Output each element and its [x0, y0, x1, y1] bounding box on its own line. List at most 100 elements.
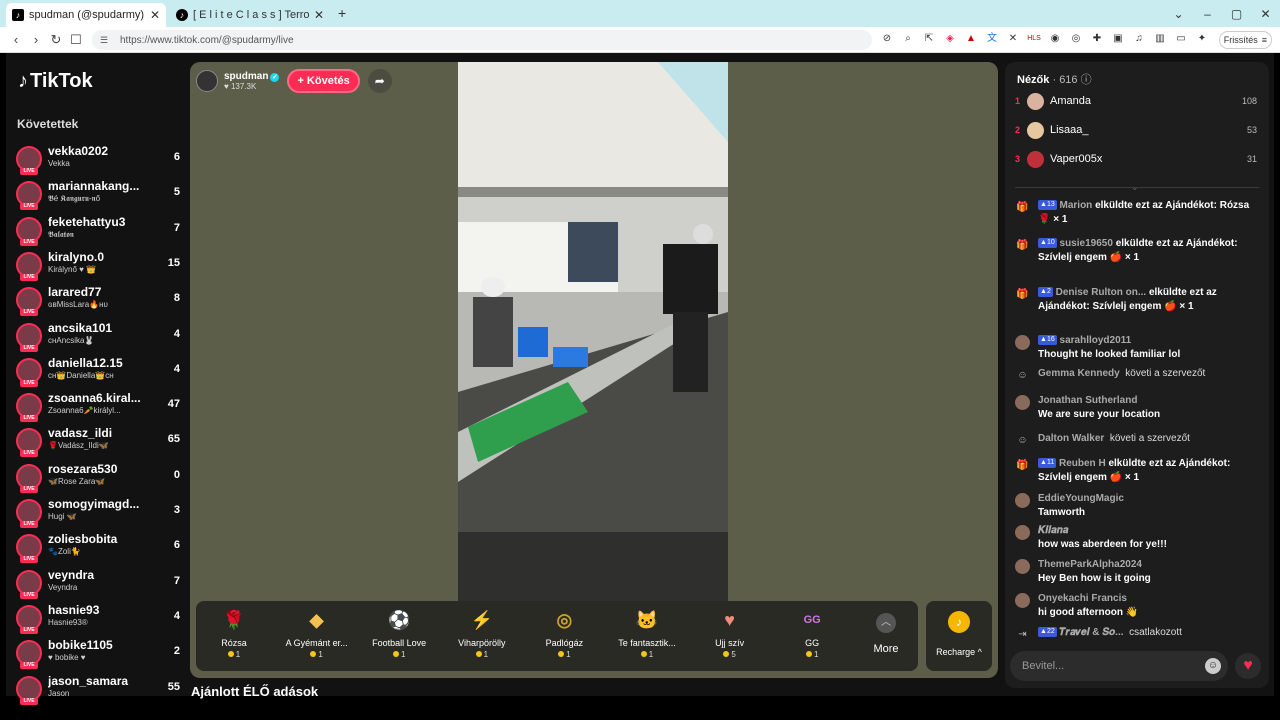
followed-account[interactable]: LIVE larared77 ɢʙMissLara🔥ʜᴜ 8	[16, 285, 184, 319]
gift-item[interactable]: ⚡ Viharpörölly 1	[441, 607, 523, 659]
chat-username[interactable]: EddieYoungMagic	[1038, 493, 1124, 504]
viewer-count: 6	[173, 151, 180, 163]
hls-icon[interactable]: HLS	[1027, 31, 1041, 47]
update-button[interactable]: Frissítés ≡	[1218, 31, 1272, 49]
close-window-button[interactable]: ✕	[1251, 7, 1280, 21]
followed-account[interactable]: LIVE ancsika101 ᴄʜAncsika🐰 4	[16, 321, 184, 355]
chat-username[interactable]: Marion	[1060, 200, 1093, 211]
new-tab-button[interactable]: +	[338, 5, 346, 21]
live-video[interactable]	[458, 62, 728, 602]
info-icon[interactable]: ⓘ	[1081, 74, 1092, 86]
bookmark-icon[interactable]: ☐	[66, 32, 86, 48]
top-viewer[interactable]: 1 Amanda 108	[1015, 92, 1261, 112]
gift-item[interactable]: ◆ A Gyémánt er... 1	[276, 607, 358, 659]
host-name[interactable]: spudman	[224, 71, 268, 82]
extension-icon[interactable]: ▣	[1111, 31, 1125, 47]
tabs-icon[interactable]: ▭	[1174, 31, 1188, 47]
chat-username[interactable]: Gemma Kennedy	[1038, 368, 1120, 379]
chat-username[interactable]: 𝑻𝒓𝒂𝒗𝒆𝒍 & 𝑺𝒐...	[1060, 627, 1124, 638]
gift-item[interactable]: ◎ Padlógáz 1	[523, 607, 605, 659]
chat-username[interactable]: ThemeParkAlpha2024	[1038, 559, 1142, 570]
tab-tiktok-live[interactable]: ♪ spudman (@spudarmy) ÉLŐ a ✕	[6, 3, 166, 27]
gift-item[interactable]: ⚽ Football Love 1	[358, 607, 440, 659]
top-viewer[interactable]: 3 Vaper005x 31	[1015, 150, 1261, 170]
chat-username[interactable]: Denise Rulton on...	[1056, 287, 1147, 298]
more-gifts-button[interactable]: ︿ More	[862, 613, 910, 655]
followed-account[interactable]: LIVE daniella12.15 ᴄʜ👑Daniella👑ᴄʜ 4	[16, 356, 184, 390]
music-icon[interactable]: ♫	[1132, 31, 1146, 47]
close-tab-icon[interactable]: ✕	[314, 8, 324, 22]
gift-item[interactable]: 🐱 Te fantasztik... 1	[606, 607, 688, 659]
live-badge: LIVE	[20, 662, 38, 670]
comment-input[interactable]: Bevitel...	[1010, 651, 1228, 681]
minimize-button[interactable]: –	[1193, 7, 1222, 21]
host-avatar[interactable]	[196, 70, 218, 92]
tiktok-icon: ♪	[18, 70, 28, 92]
share-icon[interactable]: ⇱	[922, 31, 936, 47]
follow-button[interactable]: + Követés	[287, 69, 360, 93]
like-heart-icon[interactable]: ♥	[1235, 653, 1261, 679]
translate-icon[interactable]: 文	[985, 31, 999, 47]
site-info-icon[interactable]: ☰	[100, 35, 110, 45]
chat-username[interactable]: Onyekachi Francis	[1038, 593, 1127, 604]
puzzle-icon[interactable]: ✚	[1090, 31, 1104, 47]
menu-icon[interactable]: ≡	[1262, 35, 1267, 45]
chat-username[interactable]: sarahlloyd2011	[1060, 335, 1132, 346]
tiktok-logo[interactable]: ♪ TikTok	[18, 70, 93, 93]
brave-shield-icon[interactable]: ◈	[943, 31, 957, 47]
followed-account[interactable]: LIVE vadasz_ildi 🌹Vadász_Ildi🦋 65	[16, 426, 184, 460]
emoji-icon[interactable]: ☺	[1205, 658, 1221, 674]
gift-item[interactable]: ♥ Ujj szív 5	[689, 607, 771, 659]
recharge-button[interactable]: ♪ Recharge ^	[926, 601, 992, 671]
followed-account[interactable]: LIVE feketehattyu3 𝕭𝖆𝖑𝖆𝖙𝖔𝖓 7	[16, 215, 184, 249]
chat-username[interactable]: susie19650	[1060, 238, 1113, 249]
followed-account[interactable]: LIVE zoliesbobita 🐾Zoli🐈 6	[16, 532, 184, 566]
extension-icon[interactable]: ◎	[1069, 31, 1083, 47]
live-badge: LIVE	[20, 379, 38, 387]
followed-account[interactable]: LIVE hasnie93 Hasnie93® 4	[16, 603, 184, 637]
address-bar[interactable]: ☰ https://www.tiktok.com/@spudarmy/live	[92, 30, 872, 50]
viewers-heading[interactable]: Nézők · 616 ⓘ	[1017, 71, 1092, 87]
gift-icon: 🎁	[1016, 289, 1029, 300]
followed-account[interactable]: LIVE somogyimagd... Hugi 🦋 3	[16, 497, 184, 531]
followed-account[interactable]: LIVE rosezara530 🦋Rose Zara🦋 0	[16, 462, 184, 496]
level-value: 10	[1046, 239, 1055, 247]
account-nickname: Vekka	[48, 159, 70, 168]
followed-account[interactable]: LIVE veyndra Veyndra 7	[16, 568, 184, 602]
host-info[interactable]: spudman ✓ ♥ 137.3K	[224, 71, 280, 91]
gift-price: 1	[276, 650, 358, 659]
reload-icon[interactable]: ↻	[46, 32, 66, 48]
followed-account[interactable]: LIVE bobike1105 ♥ bobike ♥ 2	[16, 638, 184, 672]
sidebar-icon[interactable]: ▥	[1153, 31, 1167, 47]
level-value: 16	[1046, 336, 1055, 344]
followed-account[interactable]: LIVE kiralyno.0 Királynő ♥ 👑 15	[16, 250, 184, 284]
price-value: 1	[648, 650, 654, 659]
leo-icon[interactable]: ✦	[1195, 31, 1209, 47]
followed-account[interactable]: LIVE mariannakang... 𝕭é 𝕶𝖆𝖓𝖌𝖚𝖗𝖚-𝖓ő 5	[16, 179, 184, 213]
top-viewer[interactable]: 2 Lisaaa_ 53	[1015, 121, 1261, 141]
maximize-button[interactable]: ▢	[1222, 7, 1251, 21]
gift-item[interactable]: 🌹 Rózsa 1	[193, 607, 275, 659]
close-tab-icon[interactable]: ✕	[150, 8, 160, 22]
tab-second[interactable]: ♪ [ E l i t e C l a s s ] TerrorMo ✕	[170, 3, 330, 27]
extension-icon[interactable]: ◉	[1048, 31, 1062, 47]
gift-item[interactable]: GG GG 1	[771, 607, 853, 659]
tab-search-icon[interactable]: ⌄	[1164, 7, 1193, 21]
account-nickname: Hasnie93®	[48, 617, 88, 627]
zoom-icon[interactable]: ⌕	[901, 31, 915, 47]
chat-username[interactable]: Reuben H	[1059, 458, 1106, 469]
tool-icon[interactable]: ✕	[1006, 31, 1020, 47]
forward-icon[interactable]: ›	[26, 32, 46, 47]
expand-icon[interactable]: ⌄	[1131, 182, 1139, 193]
back-icon[interactable]: ‹	[6, 32, 26, 47]
extension-icon[interactable]: ⊘	[880, 31, 894, 47]
chat-username[interactable]: Jonathan Sutherland	[1038, 395, 1137, 406]
chat-username[interactable]: 𝑲𝒊𝒊𝒂𝒏𝒂	[1038, 525, 1068, 536]
followed-account[interactable]: LIVE jason_samara Jason 55	[16, 674, 184, 708]
followed-account[interactable]: LIVE zsoanna6.kiral... Zsoanna6🥕királyl.…	[16, 391, 184, 425]
followed-account[interactable]: LIVE vekka0202 Vekka 6	[16, 144, 184, 178]
share-icon[interactable]: ➦	[367, 69, 392, 93]
chat-username[interactable]: Dalton Walker	[1038, 433, 1104, 444]
alert-icon[interactable]: ▲	[964, 31, 978, 47]
level-badge: ▲16	[1038, 335, 1057, 346]
